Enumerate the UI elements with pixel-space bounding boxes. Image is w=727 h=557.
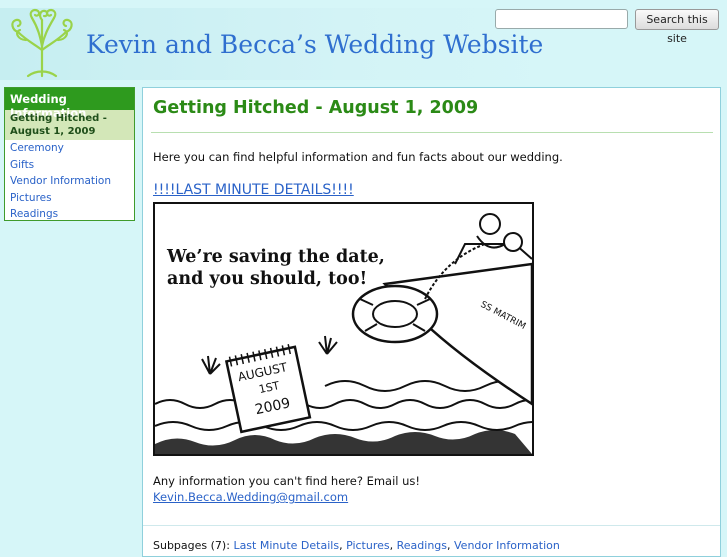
- email-prompt: Any information you can't find here? Ema…: [153, 474, 421, 488]
- caption-line-2: and you should, too!: [167, 269, 368, 289]
- intro-text: Here you can find helpful information an…: [153, 150, 563, 164]
- cartoon-drawing: SS MATRIM AUGUST 1ST 2009: [155, 213, 532, 454]
- subpages-label: Subpages (7):: [153, 539, 230, 552]
- email-link[interactable]: Kevin.Becca.Wedding@gmail.com: [153, 490, 348, 504]
- site-header: Kevin and Becca’s Wedding Website Search…: [0, 0, 727, 84]
- sidebar-item-pictures[interactable]: Pictures: [5, 190, 134, 207]
- page-title: Getting Hitched - August 1, 2009: [153, 98, 479, 118]
- subpages-list: Subpages (7): Last Minute Details, Pictu…: [153, 539, 560, 552]
- tree-logo[interactable]: [4, 6, 80, 78]
- cartoon-caption: We’re saving the date, and you should, t…: [167, 246, 385, 290]
- title-divider: [151, 132, 713, 133]
- site-title[interactable]: Kevin and Becca’s Wedding Website: [86, 30, 543, 59]
- subpages-divider: [143, 525, 720, 526]
- sidebar-item-gifts[interactable]: Gifts: [5, 157, 134, 174]
- main-content: Getting Hitched - August 1, 2009 Here yo…: [142, 87, 721, 557]
- caption-line-1: We’re saving the date,: [167, 247, 385, 267]
- search-input[interactable]: [495, 9, 628, 29]
- search-button[interactable]: Search this site: [635, 9, 719, 45]
- subpage-link-vendor-information[interactable]: Vendor Information: [454, 539, 560, 552]
- sidebar-item-vendor-information[interactable]: Vendor Information: [5, 173, 134, 190]
- sidebar-header: Wedding Information: [5, 88, 134, 120]
- subpage-link-readings[interactable]: Readings: [397, 539, 447, 552]
- subpage-link-pictures[interactable]: Pictures: [346, 539, 390, 552]
- subpage-link-last-minute-details[interactable]: Last Minute Details: [233, 539, 339, 552]
- sidebar-item-getting-hitched[interactable]: Getting Hitched - August 1, 2009: [5, 110, 134, 140]
- last-minute-details-link[interactable]: !!!!LAST MINUTE DETAILS!!!!: [153, 182, 354, 198]
- sidebar-item-readings[interactable]: Readings: [5, 206, 134, 223]
- sidebar-item-ceremony[interactable]: Ceremony: [5, 140, 134, 157]
- save-the-date-image: SS MATRIM AUGUST 1ST 2009 We’re saving t…: [153, 202, 534, 456]
- sidebar-nav: Wedding Information Getting Hitched - Au…: [4, 87, 135, 221]
